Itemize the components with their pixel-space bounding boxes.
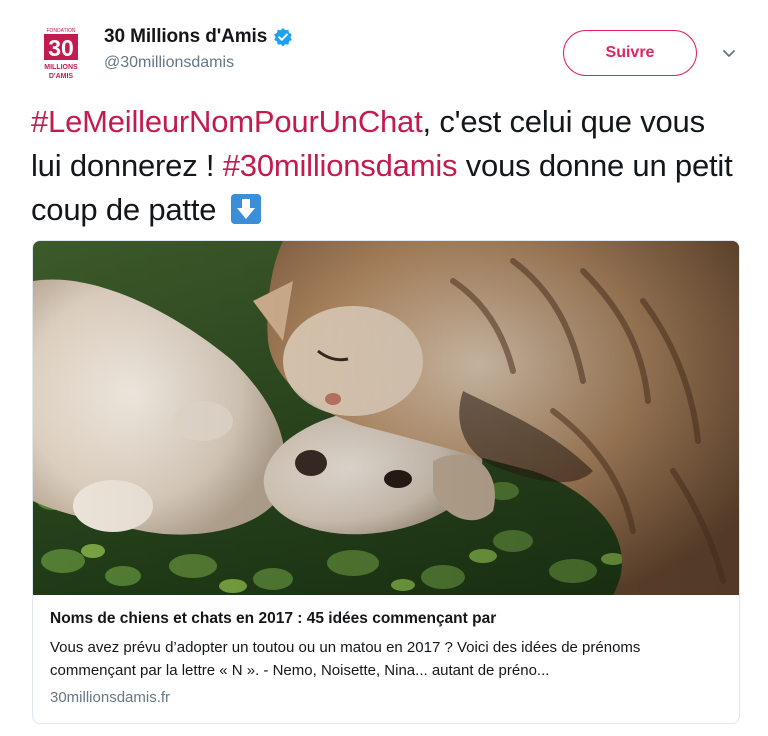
card-body: Noms de chiens et chats en 2017 : 45 idé…	[50, 609, 730, 708]
author-info: 30 Millions d'Amis @30millionsdamis	[104, 26, 293, 72]
avatar[interactable]: FONDATION 30 MILLIONS D'AMIS	[40, 23, 82, 81]
card-domain: 30millionsdamis.fr	[50, 689, 171, 706]
cat-and-dog-photo	[33, 241, 739, 595]
avatar-text-fondation: FONDATION	[46, 28, 75, 34]
card-image[interactable]	[33, 241, 739, 595]
link-card[interactable]: Noms de chiens et chats en 2017 : 45 idé…	[32, 240, 740, 724]
tweet: FONDATION 30 MILLIONS D'AMIS 30 Millions…	[0, 0, 768, 736]
card-description: Vous avez prévu d’adopter un toutou ou u…	[50, 639, 641, 679]
hashtag-link[interactable]: #30millionsdamis	[223, 148, 458, 183]
follow-button[interactable]: Suivre	[563, 30, 697, 76]
avatar-text-number: 30	[48, 35, 74, 61]
down-arrow-emoji	[230, 194, 261, 224]
avatar-text-millions: MILLIONS	[44, 64, 78, 71]
author-name[interactable]: 30 Millions d'Amis	[104, 26, 267, 48]
author-handle[interactable]: @30millionsdamis	[104, 54, 293, 72]
avatar-text-amis: D'AMIS	[49, 73, 74, 80]
hashtag-link[interactable]: #LeMeilleurNomPourUnChat	[31, 104, 423, 139]
avatar-logo: FONDATION 30 MILLIONS D'AMIS	[40, 23, 82, 81]
card-title: Noms de chiens et chats en 2017 : 45 idé…	[50, 610, 497, 627]
chevron-down-icon[interactable]	[720, 44, 738, 62]
tweet-text: #LeMeilleurNomPourUnChat, c'est celui qu…	[31, 100, 741, 232]
verified-badge-icon	[273, 27, 293, 47]
